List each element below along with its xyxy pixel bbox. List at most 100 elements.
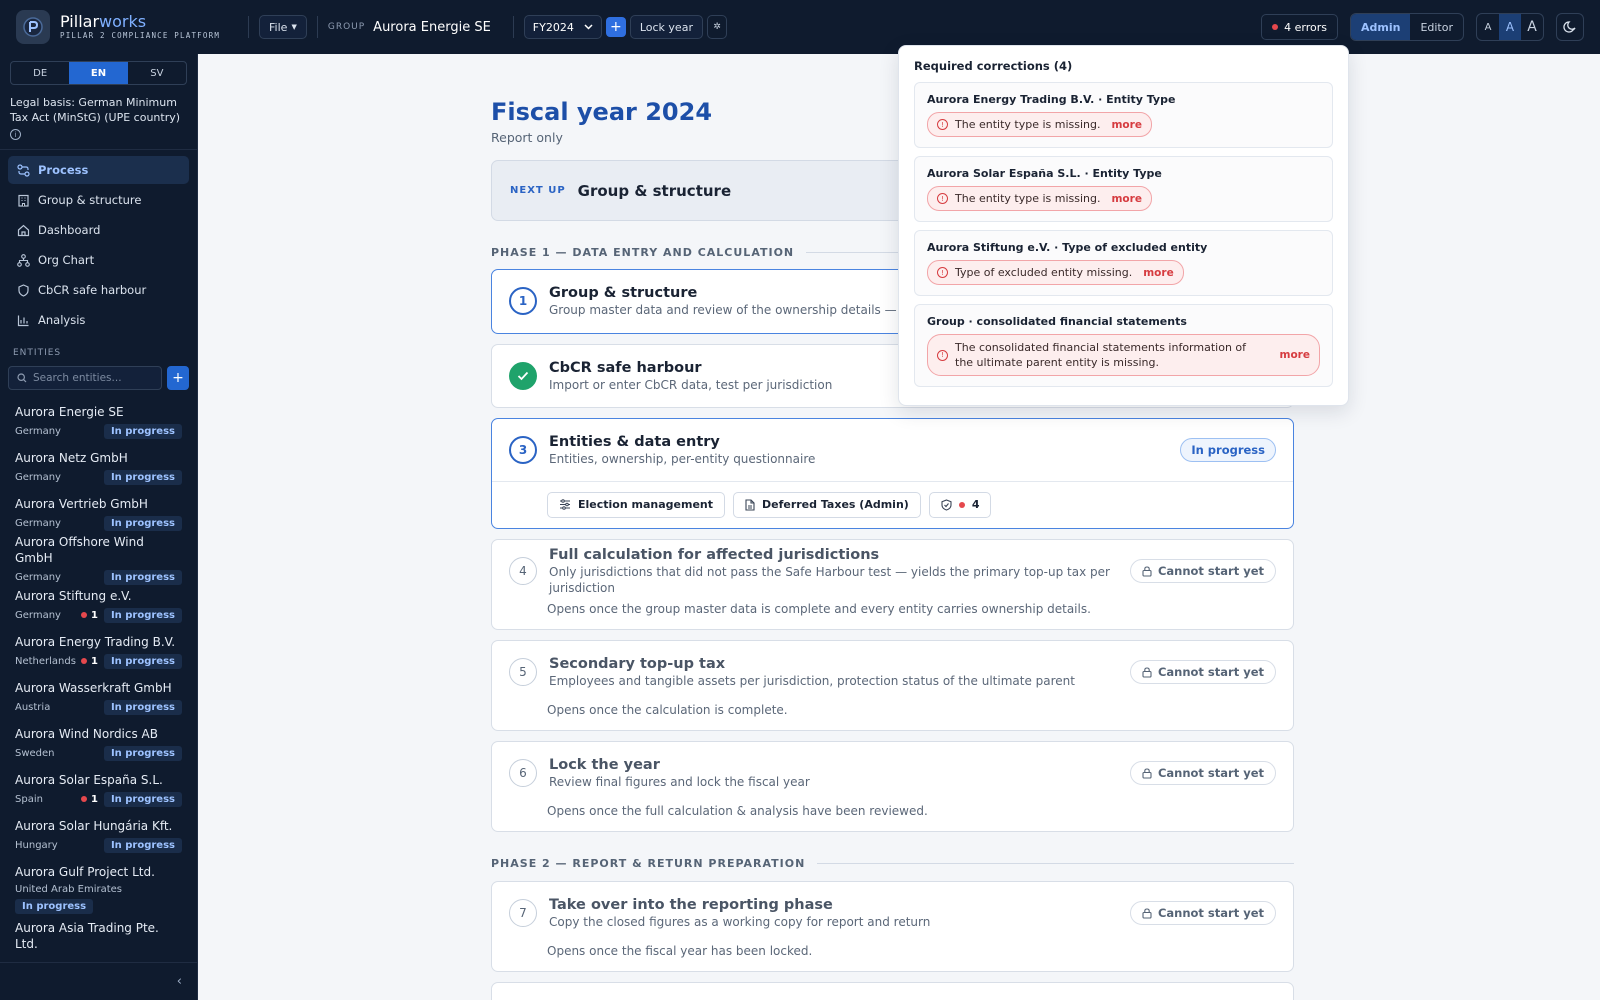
phase-2-heading: PHASE 2 — REPORT & RETURN PREPARATION xyxy=(491,857,1294,870)
step-card-6[interactable]: 6 Lock the year Review final figures and… xyxy=(491,741,1294,832)
step-description: Review final figures and lock the fiscal… xyxy=(549,775,810,789)
status-badge: In progress xyxy=(103,423,182,439)
step-number: 5 xyxy=(509,658,537,686)
list-item[interactable]: Aurora Asia Trading Pte. Ltd. xyxy=(0,920,197,951)
lock-year-button[interactable]: Lock year xyxy=(629,15,703,39)
fiscal-year-select[interactable]: FY2024 xyxy=(523,15,602,39)
status-badge: In progress xyxy=(103,569,182,585)
step-description: Only jurisdictions that did not pass the… xyxy=(549,565,1110,595)
list-item[interactable]: Aurora Energy Trading B.V. Netherlands 1 I… xyxy=(0,628,197,674)
step-description: Copy the closed figures as a working cop… xyxy=(549,915,931,929)
caret-down-icon: ▼ xyxy=(291,23,297,31)
entity-name: Aurora Energie SE xyxy=(15,404,124,419)
brand-tagline: PILLAR 2 COMPLIANCE PLATFORM xyxy=(60,31,221,40)
error-count: 4 xyxy=(971,498,980,511)
step-card-3[interactable]: 3 Entities & data entry Entities, owners… xyxy=(491,418,1294,529)
entity-name: Aurora Solar Hungária Kft. xyxy=(15,818,173,833)
list-item[interactable]: Aurora Energie SE Germany In progress xyxy=(0,398,197,444)
error-count: 1 xyxy=(80,794,98,805)
language-de[interactable]: DE xyxy=(11,62,69,84)
status-badge: In progress xyxy=(103,607,182,623)
list-item[interactable]: Aurora Solar España S.L. Spain 1 In progre… xyxy=(0,766,197,812)
dark-mode-toggle[interactable] xyxy=(1556,13,1584,41)
role-editor[interactable]: Editor xyxy=(1410,14,1463,40)
home-icon xyxy=(17,224,30,236)
step-note: Opens once the full calculation & analys… xyxy=(547,804,928,818)
nav-dashboard[interactable]: Dashboard xyxy=(8,216,189,244)
file-menu-button[interactable]: File ▼ xyxy=(259,15,307,39)
status-badge: In progress xyxy=(103,699,182,715)
font-size-medium[interactable]: A xyxy=(1499,14,1521,40)
language-en[interactable]: EN xyxy=(69,62,128,84)
error-dot-icon xyxy=(80,658,87,664)
role-admin[interactable]: Admin xyxy=(1350,14,1411,40)
step-card-7[interactable]: 7 Take over into the reporting phase Cop… xyxy=(491,881,1294,972)
more-link[interactable]: more xyxy=(1111,119,1141,131)
nav-group-structure[interactable]: Group & structure xyxy=(8,186,189,214)
list-item[interactable]: Aurora Vertrieb GmbH Germany In progress xyxy=(0,490,197,536)
search-icon xyxy=(17,373,27,383)
nav-process[interactable]: Process xyxy=(8,156,189,184)
nav-org-chart[interactable]: Org Chart xyxy=(8,246,189,274)
add-fiscal-year-button[interactable]: + xyxy=(605,17,626,37)
error-message: ! The entity type is missing. more xyxy=(927,186,1152,211)
add-entity-button[interactable]: + xyxy=(167,366,189,390)
errors-label: 4 errors xyxy=(1284,20,1327,34)
more-link[interactable]: more xyxy=(1260,349,1310,361)
election-management-button[interactable]: Election management xyxy=(547,491,725,518)
nav-label: Process xyxy=(38,163,89,177)
list-item[interactable]: Aurora Solar Hungária Kft. Hungary In pro… xyxy=(0,812,197,858)
errors-button[interactable]: 4 errors xyxy=(1261,14,1338,40)
step-title: Take over into the reporting phase xyxy=(549,897,833,913)
step-number: 4 xyxy=(509,557,537,585)
settings-icon[interactable]: ✲ xyxy=(706,15,727,39)
entity-list: Aurora Energie SE Germany In progress Aur… xyxy=(0,398,197,951)
step-title: Lock the year xyxy=(549,757,660,773)
step-description: Entities, ownership, per-entity question… xyxy=(549,452,816,466)
bar-chart-icon xyxy=(17,315,29,326)
entity-search-input[interactable] xyxy=(33,372,153,384)
alert-icon: ! xyxy=(937,267,948,278)
next-up-label: NEXT UP xyxy=(510,185,566,196)
step-card-4[interactable]: 4 Full calculation for affected jurisdic… xyxy=(491,539,1294,630)
entity-country: Spain xyxy=(15,793,43,805)
correction-item[interactable]: Aurora Stiftung e.V. · Type of excluded … xyxy=(914,230,1333,296)
correction-title: Aurora Stiftung e.V. · Type of excluded … xyxy=(927,241,1208,254)
nav-cbcr-safe-harbour[interactable]: CbCR safe harbour xyxy=(8,276,189,304)
lock-icon xyxy=(1142,666,1152,678)
deferred-taxes-button[interactable]: Deferred Taxes (Admin) xyxy=(733,491,921,518)
button-label: Election management xyxy=(578,498,713,511)
nav-analysis[interactable]: Analysis xyxy=(8,306,189,334)
error-dot-icon xyxy=(958,501,965,508)
list-item[interactable]: Aurora Stiftung e.V. Germany 1 In progress xyxy=(0,582,197,628)
more-link[interactable]: more xyxy=(1143,267,1173,279)
more-link[interactable]: more xyxy=(1111,193,1141,205)
step-card-8[interactable] xyxy=(491,982,1294,1000)
step-card-5[interactable]: 5 Secondary top-up tax Employees and tan… xyxy=(491,640,1294,731)
alert-icon: ! xyxy=(937,119,948,130)
correction-item[interactable]: Aurora Solar España S.L. · Entity Type !… xyxy=(914,156,1333,222)
building-icon xyxy=(18,194,29,207)
language-sv[interactable]: SV xyxy=(128,62,186,84)
moon-icon xyxy=(1563,21,1576,33)
font-size-small[interactable]: A xyxy=(1477,14,1499,40)
list-item[interactable]: Aurora Wind Nordics AB Sweden In progress xyxy=(0,720,197,766)
group-name: Aurora Energie SE xyxy=(373,19,491,35)
logo-icon xyxy=(23,17,43,37)
entity-country: Germany xyxy=(15,425,61,437)
font-size-switch: A A A xyxy=(1476,13,1544,41)
validation-errors-button[interactable]: 4 xyxy=(928,491,992,518)
list-item[interactable]: Aurora Wasserkraft GmbH Austria In progre… xyxy=(0,674,197,720)
entity-country: Hungary xyxy=(15,839,58,851)
list-item[interactable]: Aurora Netz GmbH Germany In progress xyxy=(0,444,197,490)
list-item[interactable]: Aurora Offshore Wind GmbH Germany In prog… xyxy=(0,535,197,585)
correction-item[interactable]: Group · consolidated financial statement… xyxy=(914,304,1333,387)
nav-label: CbCR safe harbour xyxy=(38,283,147,297)
collapse-sidebar-icon[interactable]: ‹ xyxy=(177,974,182,989)
font-size-large[interactable]: A xyxy=(1521,14,1543,40)
alert-icon: ! xyxy=(937,349,948,361)
correction-item[interactable]: Aurora Energy Trading B.V. · Entity Type… xyxy=(914,82,1333,148)
app-logo xyxy=(16,10,50,44)
info-icon[interactable]: i xyxy=(10,129,21,140)
list-item[interactable]: Aurora Gulf Project Ltd. United Arab Emi… xyxy=(0,858,197,920)
